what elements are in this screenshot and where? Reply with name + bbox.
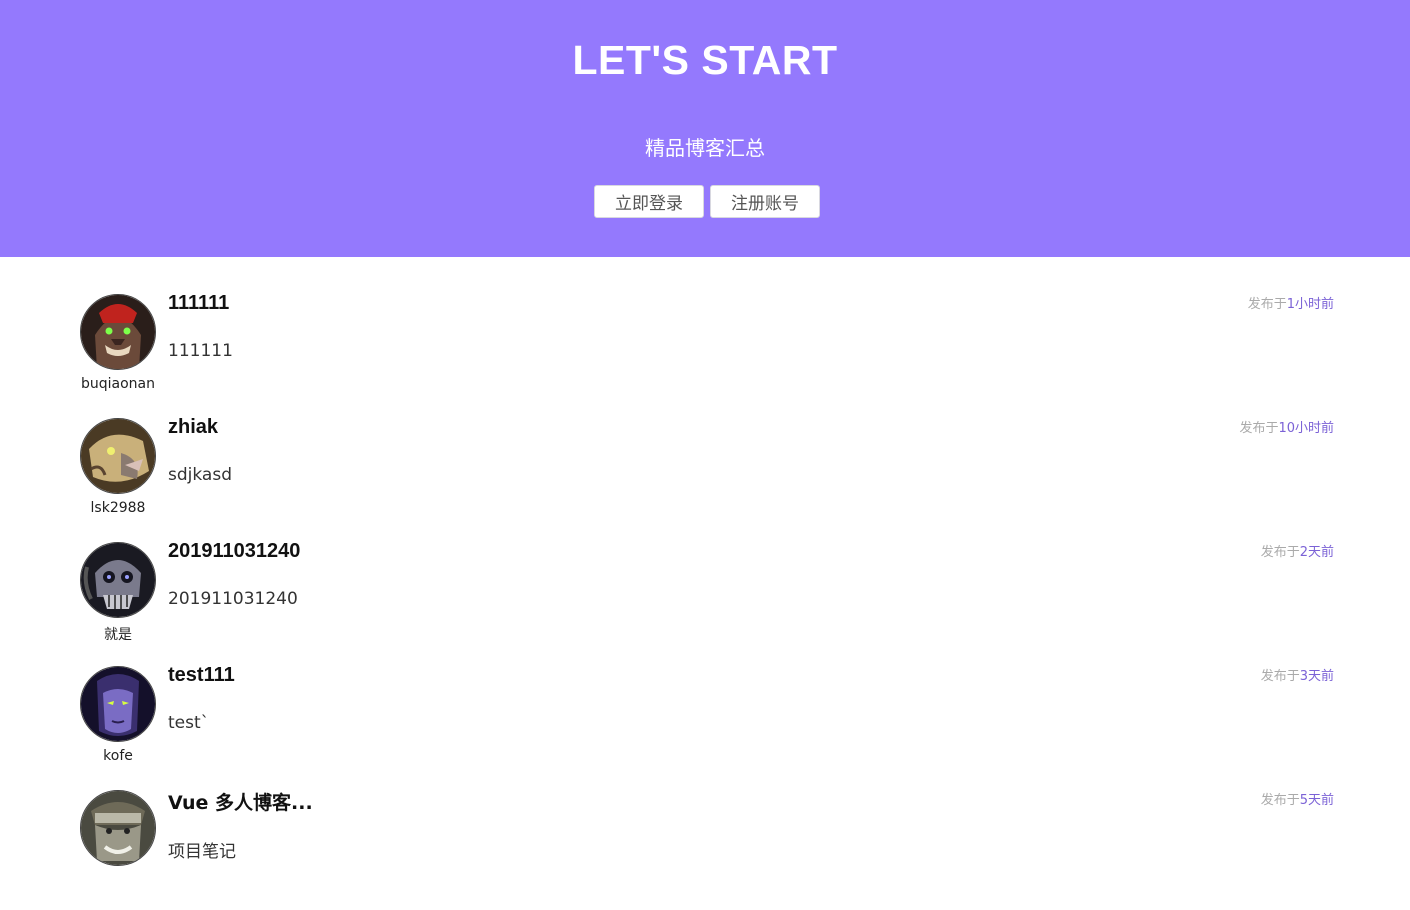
post-title[interactable]: 201911031240 [168,540,300,563]
red-orc-avatar-icon[interactable] [80,294,156,370]
post-excerpt: sdjkasd [168,465,232,485]
post-list: buqiaonan 111111 111111 发布于1小时前 lsk2988 … [80,290,1334,910]
author-name[interactable]: buqiaonan [80,376,156,392]
time-prefix: 发布于 [1260,793,1300,808]
post-title[interactable]: 111111 [168,292,229,315]
time-prefix: 发布于 [1260,669,1300,684]
time-ago: 5天前 [1299,793,1334,808]
post-excerpt: test` [168,713,210,733]
time-prefix: 发布于 [1247,297,1287,312]
post-title[interactable]: test111 [168,664,235,687]
post-author[interactable]: 就是 [80,542,156,644]
post-time: 发布于2天前 [1261,541,1334,560]
goblin-avatar-icon[interactable] [80,790,156,866]
author-name[interactable]: lsk2988 [80,500,156,516]
skull-avatar-icon[interactable] [80,542,156,618]
post-time: 发布于3天前 [1261,665,1334,684]
login-button[interactable]: 立即登录 [594,185,704,218]
post-author[interactable]: kofe [80,666,156,764]
post-excerpt: 111111 [168,341,233,361]
time-ago: 2天前 [1299,545,1334,560]
post-item: 就是 201911031240 201911031240 发布于2天前 [80,538,1334,662]
time-ago: 10小时前 [1278,421,1334,436]
post-title[interactable]: Vue 多人博客... [168,788,313,815]
post-author[interactable] [80,790,156,872]
post-title[interactable]: zhiak [168,416,218,439]
post-time: 发布于10小时前 [1239,417,1334,436]
hero-actions: 立即登录 注册账号 [594,185,820,218]
tusked-beast-avatar-icon[interactable] [80,418,156,494]
author-name[interactable]: kofe [80,748,156,764]
author-name[interactable]: 就是 [80,624,156,644]
time-ago: 1小时前 [1286,297,1334,312]
post-time: 发布于1小时前 [1248,293,1334,312]
hero-banner: LET'S START 精品博客汇总 立即登录 注册账号 [0,0,1410,257]
hero-title: LET'S START [572,37,838,83]
time-prefix: 发布于 [1239,421,1279,436]
post-item: lsk2988 zhiak sdjkasd 发布于10小时前 [80,414,1334,538]
post-author[interactable]: buqiaonan [80,294,156,392]
time-prefix: 发布于 [1260,545,1300,560]
hero-subtitle: 精品博客汇总 [645,136,765,160]
post-item: kofe test111 test` 发布于3天前 [80,662,1334,786]
post-item: buqiaonan 111111 111111 发布于1小时前 [80,290,1334,414]
time-ago: 3天前 [1299,669,1334,684]
post-time: 发布于5天前 [1261,789,1334,808]
post-author[interactable]: lsk2988 [80,418,156,516]
post-excerpt: 201911031240 [168,589,298,609]
post-item: Vue 多人博客... 项目笔记 发布于5天前 [80,786,1334,910]
register-button[interactable]: 注册账号 [710,185,820,218]
night-elf-avatar-icon[interactable] [80,666,156,742]
